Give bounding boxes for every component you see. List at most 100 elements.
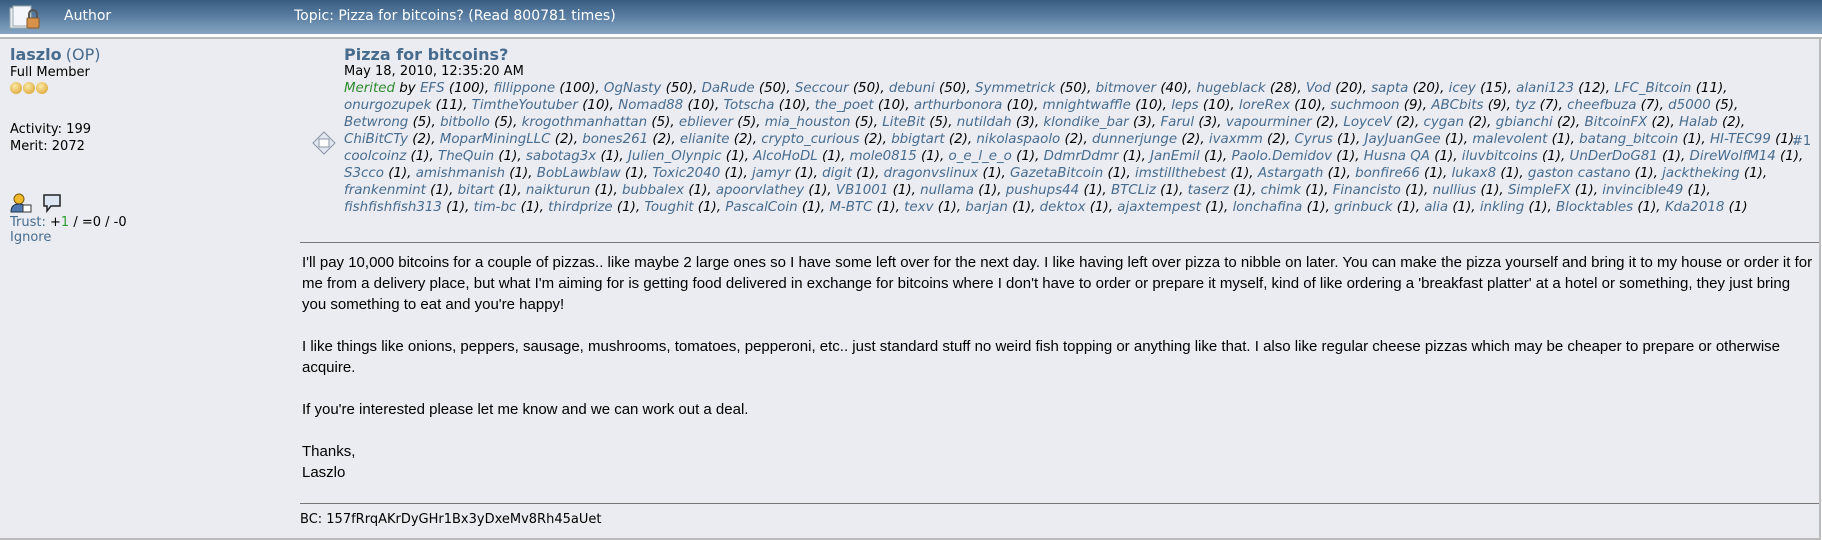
merit-user-link[interactable]: sapta <box>1371 81 1408 96</box>
merit-user-link[interactable]: digit <box>822 166 852 181</box>
merit-user-link[interactable]: tim-bc <box>474 200 517 215</box>
merit-user-link[interactable]: cygan <box>1423 115 1463 130</box>
merit-user-link[interactable]: AlcoHoDL <box>753 149 817 164</box>
merit-user-link[interactable]: lukax8 <box>1451 166 1496 181</box>
merited-link[interactable]: Merited <box>344 81 395 96</box>
merit-user-link[interactable]: LiteBit <box>882 115 925 130</box>
merit-user-link[interactable]: amishmanish <box>416 166 505 181</box>
merit-user-link[interactable]: SimpleFX <box>1508 183 1571 198</box>
merit-user-link[interactable]: elianite <box>680 132 730 147</box>
merit-user-link[interactable]: hugeblack <box>1196 81 1265 96</box>
merit-user-link[interactable]: Symmetrick <box>975 81 1055 96</box>
merit-user-link[interactable]: Totscha <box>723 98 774 113</box>
merit-user-link[interactable]: Financisto <box>1333 183 1401 198</box>
merit-user-link[interactable]: GazetaBitcoin <box>1010 166 1103 181</box>
merit-user-link[interactable]: klondike_bar <box>1043 115 1128 130</box>
merit-user-link[interactable]: DaRude <box>702 81 755 96</box>
merit-user-link[interactable]: dunnerjunge <box>1092 132 1177 147</box>
merit-user-link[interactable]: bitart <box>458 183 494 198</box>
merit-user-link[interactable]: cheefbuza <box>1567 98 1636 113</box>
merit-user-link[interactable]: the_poet <box>815 98 874 113</box>
post-number-link[interactable]: #1 <box>1792 134 1811 149</box>
merit-user-link[interactable]: thirdprize <box>548 200 612 215</box>
merit-user-link[interactable]: mnightwaffle <box>1043 98 1131 113</box>
merit-user-link[interactable]: nutildah <box>957 115 1012 130</box>
merit-user-link[interactable]: malevolent <box>1472 132 1547 147</box>
merit-user-link[interactable]: Astargath <box>1258 166 1324 181</box>
post-subject-link[interactable]: Pizza for bitcoins? <box>344 45 508 64</box>
merit-user-link[interactable]: BitcoinFX <box>1584 115 1647 130</box>
merit-user-link[interactable]: Nomad88 <box>618 98 683 113</box>
merit-user-link[interactable]: TheQuin <box>438 149 494 164</box>
merit-user-link[interactable]: mole0815 <box>849 149 916 164</box>
merit-user-link[interactable]: Betwrong <box>344 115 408 130</box>
merit-user-link[interactable]: nullama <box>920 183 974 198</box>
merit-user-link[interactable]: M-BTC <box>829 200 872 215</box>
merit-user-link[interactable]: crypto_curious <box>761 132 859 147</box>
merit-user-link[interactable]: JanEmil <box>1150 149 1200 164</box>
merit-user-link[interactable]: imstillthebest <box>1135 166 1226 181</box>
merit-user-link[interactable]: chimk <box>1261 183 1301 198</box>
merit-user-link[interactable]: Cyrus <box>1295 132 1333 147</box>
merit-user-link[interactable]: dektox <box>1040 200 1086 215</box>
merit-user-link[interactable]: Kda2018 <box>1665 200 1725 215</box>
merit-user-link[interactable]: icey <box>1449 81 1476 96</box>
merit-user-link[interactable]: debuni <box>889 81 935 96</box>
merit-user-link[interactable]: VB1001 <box>836 183 888 198</box>
merit-user-link[interactable]: jacktheking <box>1662 166 1739 181</box>
merit-user-link[interactable]: lonchafina <box>1233 200 1303 215</box>
merit-user-link[interactable]: nullius <box>1433 183 1477 198</box>
trust-link[interactable]: Trust: <box>10 215 46 230</box>
merit-user-link[interactable]: gbianchi <box>1496 115 1553 130</box>
merit-user-link[interactable]: apoorvlathey <box>716 183 804 198</box>
merit-user-link[interactable]: bonfire66 <box>1355 166 1420 181</box>
poster-name-link[interactable]: laszlo <box>10 45 62 64</box>
merit-user-link[interactable]: Toughit <box>644 200 693 215</box>
merit-user-link[interactable]: gaston castano <box>1528 166 1631 181</box>
merit-user-link[interactable]: bitmover <box>1096 81 1156 96</box>
merit-user-link[interactable]: Farul <box>1160 115 1194 130</box>
merit-user-link[interactable]: arthurbonora <box>914 98 1003 113</box>
merit-user-link[interactable]: iluvbitcoins <box>1462 149 1538 164</box>
merit-user-link[interactable]: bones261 <box>582 132 648 147</box>
merit-user-link[interactable]: tyz <box>1515 98 1535 113</box>
merit-user-link[interactable]: Husna QA <box>1364 149 1430 164</box>
merit-user-link[interactable]: alia <box>1424 200 1448 215</box>
merit-user-link[interactable]: batang_bitcoin <box>1579 132 1678 147</box>
merit-user-link[interactable]: loreRex <box>1239 98 1290 113</box>
merit-user-link[interactable]: OgNasty <box>604 81 661 96</box>
merit-user-link[interactable]: texv <box>904 200 933 215</box>
merit-user-link[interactable]: invincible49 <box>1602 183 1683 198</box>
merit-user-link[interactable]: Julien_Olynpic <box>628 149 722 164</box>
merit-user-link[interactable]: sabotag3x <box>526 149 596 164</box>
merit-user-link[interactable]: mia_houston <box>765 115 851 130</box>
ignore-link[interactable]: Ignore <box>10 230 51 245</box>
merit-user-link[interactable]: PascalCoin <box>725 200 797 215</box>
merit-user-link[interactable]: UnDerDoG81 <box>1570 149 1658 164</box>
merit-user-link[interactable]: LoyceV <box>1343 115 1391 130</box>
merit-user-link[interactable]: ABCbits <box>1431 98 1483 113</box>
merit-user-link[interactable]: leps <box>1171 98 1198 113</box>
merit-user-link[interactable]: coolcoinz <box>344 149 406 164</box>
merit-user-link[interactable]: pushups44 <box>1006 183 1079 198</box>
merit-user-link[interactable]: taserz <box>1188 183 1229 198</box>
merit-user-link[interactable]: bbigtart <box>891 132 944 147</box>
merit-user-link[interactable]: inkling <box>1480 200 1524 215</box>
merit-user-link[interactable]: Halab <box>1679 115 1718 130</box>
merit-user-link[interactable]: BTCLiz <box>1111 183 1156 198</box>
merit-user-link[interactable]: fillippone <box>493 81 555 96</box>
merit-user-link[interactable]: TimtheYoutuber <box>472 98 578 113</box>
merit-user-link[interactable]: nikolaspaolo <box>976 132 1060 147</box>
merit-user-link[interactable]: Seccour <box>795 81 849 96</box>
merit-user-link[interactable]: ChiBitCTy <box>344 132 408 147</box>
merit-user-link[interactable]: MoparMiningLLC <box>440 132 551 147</box>
merit-user-link[interactable]: ajaxtempest <box>1117 200 1201 215</box>
merit-user-link[interactable]: S3cco <box>344 166 384 181</box>
merit-user-link[interactable]: dragonvslinux <box>884 166 979 181</box>
merit-user-link[interactable]: o_e_l_e_o <box>949 149 1012 164</box>
merit-user-link[interactable]: DireWolfM14 <box>1690 149 1776 164</box>
merit-user-link[interactable]: grinbuck <box>1334 200 1392 215</box>
personal-message-icon[interactable] <box>42 193 62 213</box>
merit-user-link[interactable]: d5000 <box>1668 98 1711 113</box>
merit-user-link[interactable]: JayJuanGee <box>1365 132 1441 147</box>
